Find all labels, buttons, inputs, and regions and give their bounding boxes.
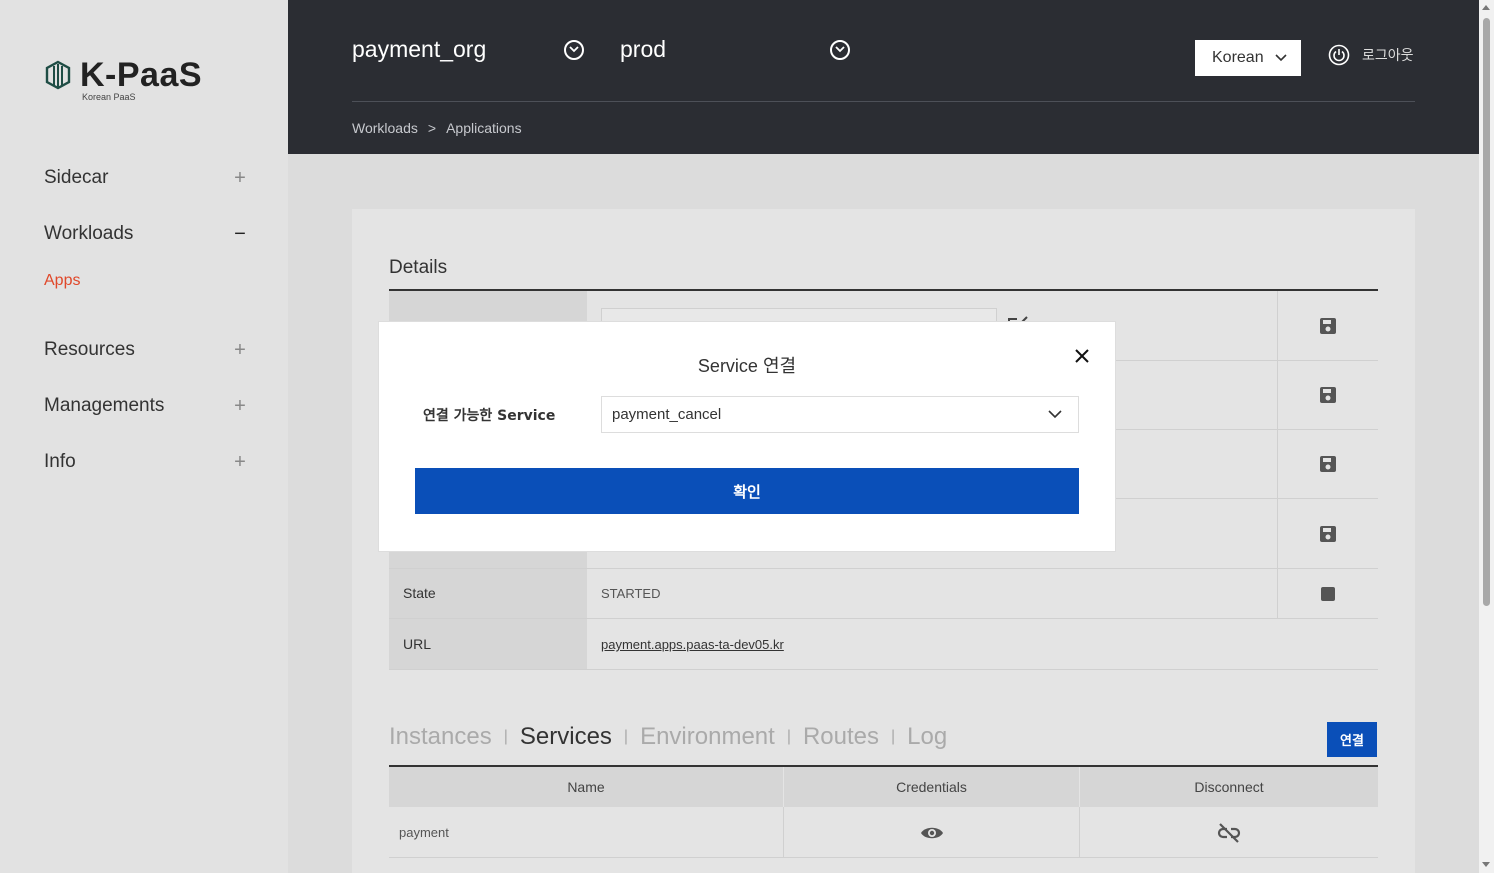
space-name: prod — [620, 36, 667, 62]
logo[interactable]: K-PaaS Korean PaaS — [44, 58, 202, 102]
logout-button[interactable]: 로그아웃 — [1328, 44, 1414, 66]
confirm-button[interactable]: 확인 — [415, 468, 1079, 514]
breadcrumb: Workloads > Applications — [352, 120, 522, 136]
modal-title: Service 연결 — [697, 356, 797, 376]
top-header: payment_org prod Korean 로그아웃 Workloads >… — [288, 0, 1479, 154]
breadcrumb-separator: > — [427, 120, 437, 136]
services-table-header: Name Credentials Disconnect — [389, 767, 1378, 807]
tab-environment[interactable]: Environment — [640, 723, 775, 751]
service-connect-modal: Service 연결 연결 가능한 Service payment_cancel… — [379, 322, 1115, 551]
scroll-up-arrow[interactable] — [1482, 5, 1490, 10]
scrollbar[interactable] — [1479, 0, 1494, 873]
credentials-cell — [784, 807, 1080, 858]
stop-button[interactable] — [1277, 569, 1378, 618]
close-icon[interactable] — [1072, 346, 1092, 366]
chevron-down-icon — [1275, 54, 1287, 62]
save-button[interactable] — [1277, 499, 1378, 568]
scroll-down-arrow[interactable] — [1482, 862, 1490, 867]
detail-key: URL — [403, 636, 432, 652]
power-icon — [1328, 44, 1350, 66]
breadcrumb-item-applications[interactable]: Applications — [446, 120, 522, 136]
eye-icon[interactable] — [920, 825, 944, 841]
details-title: Details — [389, 257, 448, 278]
tab-separator: | — [891, 728, 896, 745]
save-button[interactable] — [1277, 361, 1378, 429]
tab-bar: Instances | Services | Environment | Rou… — [389, 723, 947, 751]
column-header-disconnect: Disconnect — [1194, 779, 1264, 795]
service-select[interactable]: payment_cancel — [601, 396, 1079, 433]
chevron-circle-icon[interactable] — [564, 39, 585, 60]
expand-icon[interactable]: + — [232, 339, 248, 362]
collapse-icon[interactable]: − — [232, 223, 248, 246]
stop-icon — [1321, 586, 1335, 601]
nav-item-managements[interactable]: Managements + — [44, 388, 248, 424]
detail-value: STARTED — [601, 586, 661, 601]
nav-item-resources[interactable]: Resources + — [44, 332, 248, 368]
nav-label: Info — [44, 451, 76, 472]
column-header-name: Name — [389, 767, 784, 807]
tab-services[interactable]: Services — [520, 723, 612, 751]
nav-label: Workloads — [44, 223, 134, 244]
connect-service-button[interactable]: 연결 — [1327, 722, 1377, 757]
expand-icon[interactable]: + — [232, 395, 248, 418]
service-select-value: payment_cancel — [612, 406, 722, 423]
save-button[interactable] — [1277, 291, 1378, 360]
scroll-thumb[interactable] — [1483, 18, 1490, 606]
tab-routes[interactable]: Routes — [803, 723, 879, 751]
nav-subitem-apps[interactable]: Apps — [44, 272, 80, 290]
table-row: payment — [389, 807, 1378, 858]
nav-label: Resources — [44, 339, 135, 360]
save-button[interactable] — [1277, 430, 1378, 498]
detail-key-cell: State — [389, 569, 587, 618]
detail-key-cell: URL — [389, 619, 587, 669]
nav-label: Managements — [44, 395, 165, 416]
space-selector[interactable]: prod — [620, 36, 851, 63]
tab-separator: | — [503, 728, 508, 745]
sidebar: K-PaaS Korean PaaS Sidecar + Workloads −… — [0, 0, 288, 873]
language-value: Korean — [1212, 49, 1264, 66]
service-name: payment — [389, 807, 784, 858]
unlink-icon[interactable] — [1216, 822, 1242, 844]
detail-row-state: State STARTED — [389, 569, 1378, 619]
tab-log[interactable]: Log — [907, 723, 947, 751]
org-name: payment_org — [352, 36, 487, 62]
detail-row-url: URL payment.apps.paas-ta-dev05.kr — [389, 619, 1378, 670]
save-icon — [1320, 317, 1336, 334]
expand-icon[interactable]: + — [232, 451, 248, 474]
breadcrumb-item-workloads[interactable]: Workloads — [352, 120, 418, 136]
logout-label: 로그아웃 — [1362, 48, 1414, 64]
save-icon — [1320, 456, 1336, 472]
logo-icon — [45, 60, 71, 90]
nav-item-info[interactable]: Info + — [44, 444, 248, 480]
nav-item-sidecar[interactable]: Sidecar + — [44, 160, 248, 196]
detail-key: State — [403, 585, 436, 601]
nav-label: Sidecar — [44, 167, 109, 188]
nav-item-workloads[interactable]: Workloads − — [44, 216, 248, 252]
tab-instances[interactable]: Instances — [389, 723, 492, 751]
save-icon — [1320, 525, 1336, 542]
app-url-link[interactable]: payment.apps.paas-ta-dev05.kr — [601, 637, 784, 652]
save-icon — [1320, 387, 1336, 403]
column-header-credentials: Credentials — [784, 767, 1080, 807]
tab-separator: | — [786, 728, 791, 745]
header-divider — [352, 101, 1415, 102]
available-service-label: 연결 가능한 Service — [423, 408, 556, 424]
logo-title: K-PaaS — [80, 56, 203, 94]
chevron-down-icon — [1048, 410, 1062, 419]
expand-icon[interactable]: + — [232, 167, 248, 190]
tab-separator: | — [623, 728, 629, 745]
org-selector[interactable]: payment_org — [352, 36, 585, 63]
disconnect-cell — [1080, 807, 1378, 858]
detail-value: payment.apps.paas-ta-dev05.kr — [601, 637, 784, 652]
chevron-circle-icon[interactable] — [830, 39, 851, 60]
language-select[interactable]: Korean — [1195, 40, 1301, 76]
